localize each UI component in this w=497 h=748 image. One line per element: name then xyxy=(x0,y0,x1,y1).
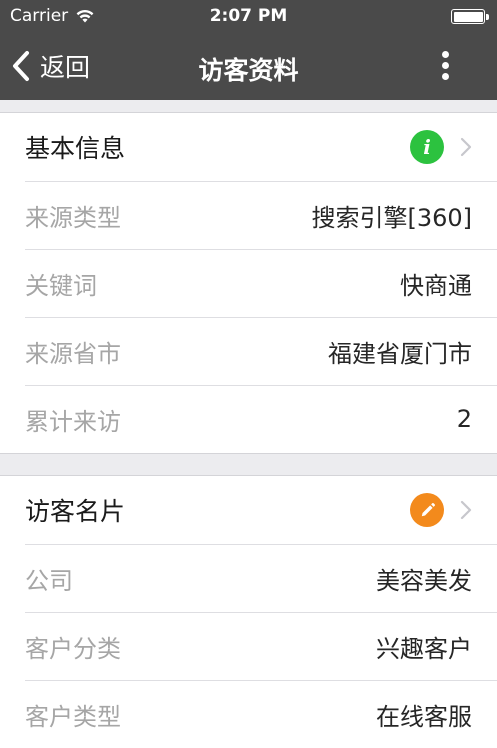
info-icon: i xyxy=(410,130,444,164)
chevron-right-icon xyxy=(460,500,472,520)
list-item: 客户分类 兴趣客户 xyxy=(0,612,497,680)
row-value: 福建省厦门市 xyxy=(328,339,472,368)
status-bar: Carrier 2:07 PM xyxy=(0,0,497,32)
battery-icon xyxy=(451,9,489,24)
row-value: 在线客服 xyxy=(376,702,472,731)
more-vertical-icon[interactable] xyxy=(439,48,451,84)
row-label: 客户分类 xyxy=(25,634,121,663)
row-value: 搜索引擎[360] xyxy=(311,203,472,232)
basic-info-section: 基本信息 i 来源类型 搜索引擎[360] 关键词 快商通 来源省市 福建省厦门… xyxy=(0,112,497,453)
visitor-card-header[interactable]: 访客名片 xyxy=(0,476,497,544)
list-item: 来源省市 福建省厦门市 xyxy=(0,317,497,385)
row-label: 客户类型 xyxy=(25,702,121,731)
list-item: 来源类型 搜索引擎[360] xyxy=(0,181,497,249)
pencil-icon xyxy=(410,493,444,527)
basic-info-title: 基本信息 xyxy=(25,134,126,163)
navigation-bar: 返回 访客资料 xyxy=(0,32,497,100)
list-item: 累计来访 2 xyxy=(0,385,497,453)
row-label: 关键词 xyxy=(25,271,97,300)
list-item: 客户类型 在线客服 xyxy=(0,680,497,748)
content-scroll-area[interactable]: 基本信息 i 来源类型 搜索引擎[360] 关键词 快商通 来源省市 福建省厦门… xyxy=(0,100,497,748)
row-label: 累计来访 xyxy=(25,407,121,436)
basic-info-header[interactable]: 基本信息 i xyxy=(0,113,497,181)
row-value: 美容美发 xyxy=(376,566,472,595)
visitor-card-section: 访客名片 公司 美容美发 客户分类 兴趣客户 客户类型 在线客服 xyxy=(0,476,497,748)
section-spacer xyxy=(0,453,497,476)
row-label: 公司 xyxy=(25,566,73,595)
visitor-card-title: 访客名片 xyxy=(25,497,126,526)
chevron-right-icon xyxy=(460,137,472,157)
page-title: 访客资料 xyxy=(198,56,299,85)
list-item: 关键词 快商通 xyxy=(0,249,497,317)
row-value: 快商通 xyxy=(400,271,472,300)
list-item: 公司 美容美发 xyxy=(0,544,497,612)
row-value: 兴趣客户 xyxy=(376,634,472,663)
row-label: 来源省市 xyxy=(25,339,121,368)
battery-level xyxy=(453,11,483,22)
status-time: 2:07 PM xyxy=(209,6,288,26)
section-spacer xyxy=(0,100,497,112)
row-label: 来源类型 xyxy=(25,203,121,232)
row-value: 2 xyxy=(456,405,472,433)
